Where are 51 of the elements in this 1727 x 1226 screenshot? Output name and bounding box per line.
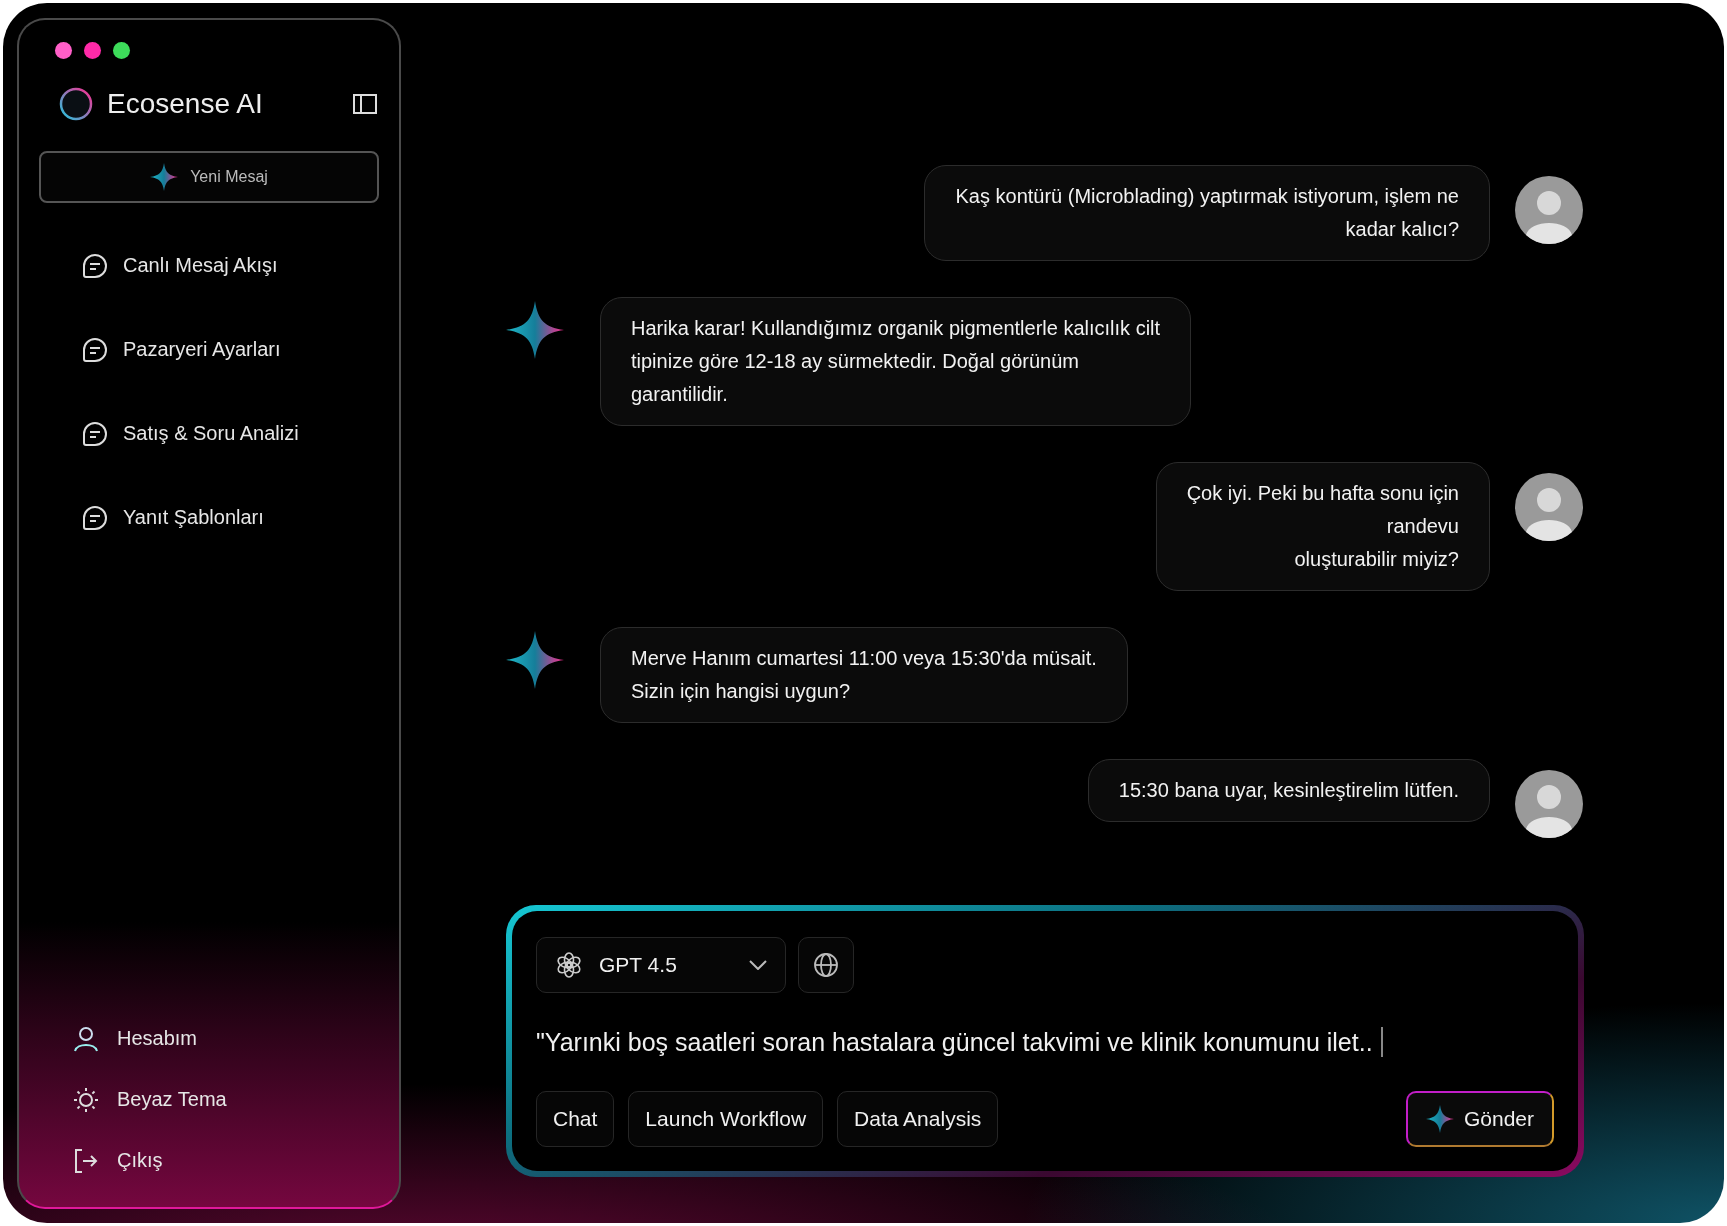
web-search-button[interactable] bbox=[798, 937, 854, 993]
new-message-button[interactable]: Yeni Mesaj bbox=[39, 151, 379, 203]
swirl-icon bbox=[555, 951, 583, 979]
text-cursor bbox=[1380, 1027, 1383, 1057]
message-bubble: Kaş kontürü (Microblading) yaptırmak istiyorum, işlem ne kadar kalıcı? bbox=[924, 165, 1490, 261]
avatar-icon bbox=[1514, 472, 1584, 542]
user-icon bbox=[73, 1025, 99, 1052]
chevron-icon bbox=[749, 960, 767, 970]
sidebar-item-label: Hesabım bbox=[117, 1027, 198, 1050]
globe-icon bbox=[813, 952, 839, 978]
maximize-button[interactable] bbox=[113, 42, 130, 59]
sidebar-toggle-icon[interactable] bbox=[353, 94, 377, 114]
sidebar-item[interactable]: Canlı Mesaj Akışı bbox=[81, 249, 278, 282]
sparkle-icon bbox=[506, 301, 564, 359]
sparkle-icon bbox=[150, 163, 179, 191]
avatar-icon bbox=[1514, 769, 1584, 839]
sparkle-icon bbox=[1425, 1105, 1454, 1133]
sidebar-item-label: Beyaz Tema bbox=[117, 1088, 227, 1111]
chat-icon bbox=[81, 419, 109, 448]
action-chip[interactable]: Data Analysis bbox=[837, 1091, 999, 1147]
message-bubble: Harika karar! Kullandığımız organik pigmentlerle kalıcılık cilt tipinize göre 12-18 ay sürmektedir. Doğal görünüm garantilidir. bbox=[600, 297, 1192, 426]
sidebar-item[interactable]: Hesabım bbox=[73, 1022, 198, 1055]
close-button[interactable] bbox=[55, 42, 72, 59]
sidebar-item-label: Çıkış bbox=[117, 1149, 163, 1172]
message-bubble: 15:30 bana uyar, kesinleştirelim lütfen. bbox=[1087, 759, 1490, 822]
message-bubble: Merve Hanım cumartesi 11:00 veya 15:30'da müsait. Sizin için hangisi uygun? bbox=[600, 627, 1128, 723]
sidebar-item[interactable]: Çıkış bbox=[73, 1144, 163, 1177]
model-select[interactable]: GPT 4.5 bbox=[536, 937, 786, 993]
chat-icon bbox=[81, 335, 109, 364]
sidebar-item-label: Satış & Soru Analizi bbox=[123, 422, 299, 445]
action-chip[interactable]: Launch Workflow bbox=[628, 1091, 824, 1147]
sidebar-item-label: Canlı Mesaj Akışı bbox=[123, 254, 278, 277]
sidebar-item[interactable]: Satış & Soru Analizi bbox=[81, 417, 299, 450]
sidebar-item-label: Pazaryeri Ayarları bbox=[123, 338, 281, 361]
sun-icon bbox=[73, 1086, 99, 1113]
logout-icon bbox=[73, 1147, 99, 1174]
action-chip[interactable]: Chat bbox=[536, 1091, 615, 1147]
avatar-icon bbox=[1514, 175, 1584, 245]
send-button[interactable]: Gönder bbox=[1405, 1091, 1554, 1147]
logo-icon bbox=[59, 87, 93, 121]
message-bubble: Çok iyi. Peki bu hafta sonu için randevu oluşturabilir miyiz? bbox=[1155, 462, 1490, 591]
sidebar-item[interactable]: Yanıt Şablonları bbox=[81, 501, 264, 534]
minimize-button[interactable] bbox=[84, 42, 101, 59]
sidebar-item[interactable]: Pazaryeri Ayarları bbox=[81, 333, 281, 366]
sparkle-icon bbox=[506, 631, 564, 689]
message-field[interactable]: "Yarınki boş saatleri soran hastalara güncel takvimi ve klinik konumunu ilet.. bbox=[536, 1027, 1373, 1057]
sidebar-item[interactable]: Beyaz Tema bbox=[73, 1083, 227, 1116]
chat-icon bbox=[81, 251, 109, 280]
app-title: Ecosense AI bbox=[107, 88, 263, 120]
sidebar-item-label: Yanıt Şablonları bbox=[123, 506, 264, 529]
chat-icon bbox=[81, 503, 109, 532]
